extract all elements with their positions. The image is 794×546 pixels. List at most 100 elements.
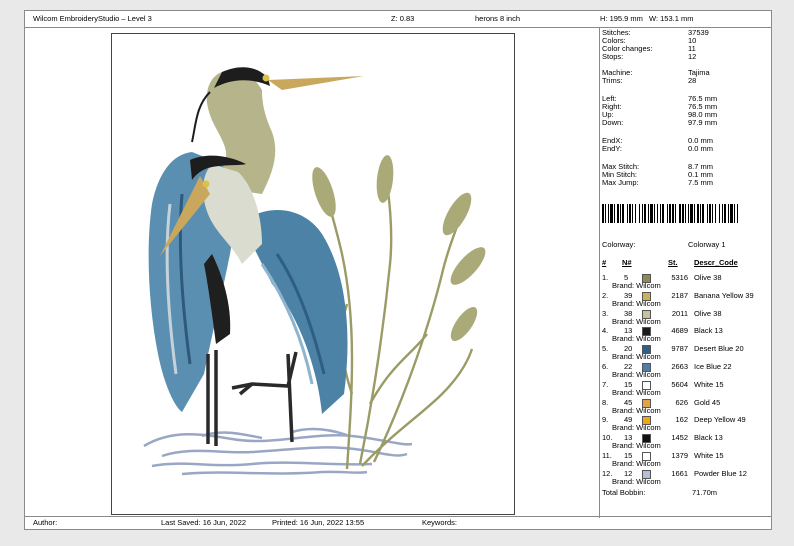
color-stitches: 2011 xyxy=(671,308,688,318)
color-row: 10. 13 1452 Black 13 Brand: Wilcom xyxy=(602,433,772,451)
color-descr: Powder Blue 12 xyxy=(694,468,747,478)
stat-value: 12 xyxy=(688,52,697,61)
color-row: 7. 15 5604 White 15 Brand: Wilcom xyxy=(602,380,772,398)
color-descr: Desert Blue 20 xyxy=(694,344,744,354)
color-brand: Brand: Wilcom xyxy=(612,459,661,468)
stat-label: EndY: xyxy=(602,144,623,153)
color-stitches: 4689 xyxy=(671,326,688,336)
stat-label: Trims: xyxy=(602,76,623,85)
color-index: 1. xyxy=(602,273,609,282)
color-row: 4. 13 4689 Black 13 Brand: Wilcom xyxy=(602,326,772,344)
color-stitches: 2663 xyxy=(671,362,688,371)
color-stitches: 626 xyxy=(675,397,688,407)
color-index: 5. xyxy=(602,344,609,354)
color-row: 1. 5 5316 Olive 38 Brand: Wilcom xyxy=(602,273,772,291)
color-row: 11. 15 1379 White 15 Brand: Wilcom xyxy=(602,451,772,469)
color-swatch xyxy=(642,327,651,337)
author-label: Author: xyxy=(33,518,58,527)
color-descr: Black 13 xyxy=(694,433,723,443)
color-swatch xyxy=(642,434,651,444)
color-row: 5. 20 9787 Desert Blue 20 Brand: Wilcom xyxy=(602,344,772,362)
stat-value: 7.5 mm xyxy=(688,178,714,187)
colorway-label: Colorway: xyxy=(602,240,636,249)
stat-value: 0.0 mm xyxy=(688,144,714,153)
color-row: 3. 38 2011 Olive 38 Brand: Wilcom xyxy=(602,309,772,327)
color-swatch xyxy=(642,398,651,408)
water-ripples xyxy=(143,427,413,476)
color-row: 6. 22 2663 Ice Blue 22 Brand: Wilcom xyxy=(602,362,772,380)
color-row: 8. 45 626 Gold 45 Brand: Wilcom xyxy=(602,398,772,416)
color-descr: Olive 38 xyxy=(694,273,722,282)
design-info-panel: Stitches: 37539 Colors: 10 Color changes: 11 S… xyxy=(602,28,772,516)
last-saved: Last Saved: 16 Jun, 2022 xyxy=(161,518,247,527)
color-stitches: 9787 xyxy=(671,344,688,354)
color-descr: Gold 45 xyxy=(694,397,721,407)
color-swatch xyxy=(642,309,651,319)
color-stitches: 1379 xyxy=(671,451,688,460)
color-descr: Deep Yellow 49 xyxy=(694,415,746,425)
color-swatch xyxy=(642,380,651,390)
color-index: 7. xyxy=(602,379,609,389)
color-brand: Brand: Wilcom xyxy=(612,352,661,362)
total-bobbin-label: Total Bobbin: xyxy=(602,488,646,497)
color-brand: Brand: Wilcom xyxy=(612,476,661,486)
col-header-stitches: St. xyxy=(668,258,678,267)
panel-divider xyxy=(599,27,600,518)
color-row: 9. 49 162 Deep Yellow 49 Brand: Wilcom xyxy=(602,415,772,433)
color-swatch xyxy=(642,452,651,461)
stat-label: Max Jump: xyxy=(602,178,639,187)
color-index: 6. xyxy=(602,362,609,371)
stat-value: 97.9 mm xyxy=(688,118,718,127)
col-header-n: N# xyxy=(622,258,632,267)
color-swatch xyxy=(642,363,651,372)
design-canvas[interactable] xyxy=(111,33,515,515)
color-stitches: 162 xyxy=(675,415,688,425)
color-brand: Brand: Wilcom xyxy=(612,281,661,290)
color-index: 12. xyxy=(602,468,613,478)
col-header-index: # xyxy=(602,258,607,267)
color-row: 2. 39 2187 Banana Yellow 39 Brand: Wilcom xyxy=(602,291,772,309)
color-brand: Brand: Wilcom xyxy=(612,387,661,397)
color-brand: Brand: Wilcom xyxy=(612,405,661,415)
stat-label: Stops: xyxy=(602,52,624,61)
total-bobbin-value: 71.70m xyxy=(692,488,718,497)
color-index: 10. xyxy=(602,433,613,443)
colorway-value: Colorway 1 xyxy=(688,240,726,249)
color-brand: Brand: Wilcom xyxy=(612,334,661,344)
color-index: 4. xyxy=(602,326,609,336)
heron-embroidery-image xyxy=(143,67,486,476)
color-descr: Banana Yellow 39 xyxy=(694,290,754,300)
printed-date: Printed: 16 Jun, 2022 13:55 xyxy=(272,518,365,527)
color-index: 9. xyxy=(602,415,609,425)
color-swatch xyxy=(642,469,651,479)
color-swatch xyxy=(642,345,651,355)
design-name: herons 8 inch xyxy=(475,14,521,23)
color-descr: White 15 xyxy=(694,379,724,389)
color-stitches: 1452 xyxy=(671,433,688,443)
color-brand: Brand: Wilcom xyxy=(612,370,661,379)
color-index: 2. xyxy=(602,290,609,300)
color-index: 8. xyxy=(602,397,609,407)
color-swatch xyxy=(642,274,651,283)
stat-label: Down: xyxy=(602,118,624,127)
color-index: 3. xyxy=(602,308,609,318)
front-heron xyxy=(148,152,262,412)
color-stitches: 2187 xyxy=(671,290,688,300)
keywords-label: Keywords: xyxy=(422,518,458,527)
color-stitches: 1661 xyxy=(671,468,688,478)
app-title: Wilcom EmbroideryStudio – Level 3 xyxy=(33,14,152,23)
color-brand: Brand: Wilcom xyxy=(612,316,661,326)
color-brand: Brand: Wilcom xyxy=(612,423,661,433)
color-swatch xyxy=(642,416,651,426)
width-readout: W: 153.1 mm xyxy=(649,14,694,23)
color-descr: Black 13 xyxy=(694,326,723,336)
color-descr: Ice Blue 22 xyxy=(694,362,732,371)
color-stitches: 5604 xyxy=(671,379,688,389)
color-descr: Olive 38 xyxy=(694,308,722,318)
color-stitches: 5316 xyxy=(671,273,688,282)
height-readout: H: 195.9 mm xyxy=(600,14,643,23)
color-brand: Brand: Wilcom xyxy=(612,441,661,451)
color-brand: Brand: Wilcom xyxy=(612,298,661,308)
color-descr: White 15 xyxy=(694,451,724,460)
color-index: 11. xyxy=(602,451,612,460)
